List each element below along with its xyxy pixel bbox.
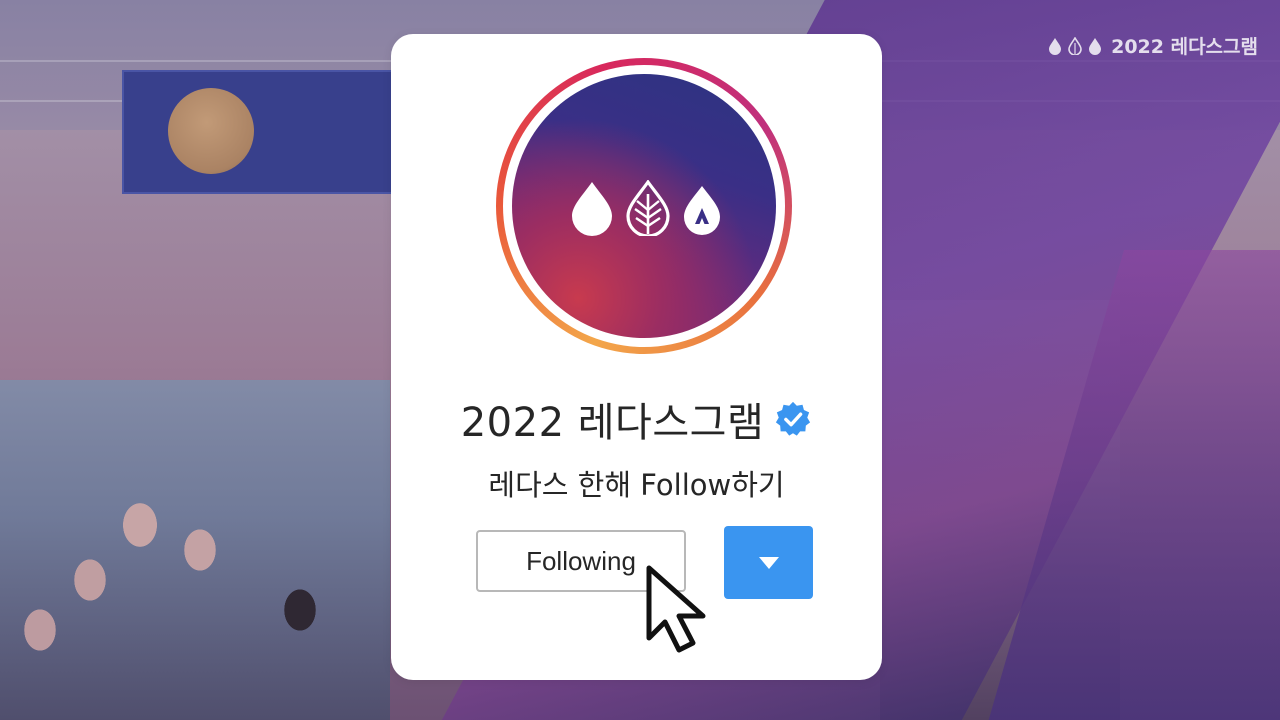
username-row: 2022 레다스그램	[391, 390, 882, 448]
profile-card: 2022 레다스그램 레다스 한해 Follow하기 Following	[391, 34, 882, 680]
avatar-logo	[572, 180, 720, 236]
brand-watermark: 2022 레다스그램	[1047, 32, 1258, 59]
suggestions-dropdown-button[interactable]	[724, 526, 813, 599]
video-frame: 2022 레다스그램 2022 레다스그램 레다스 한해 Follow하기 Fo…	[0, 0, 1280, 720]
background-people	[0, 250, 390, 720]
leaf-drop-icon	[1068, 36, 1082, 55]
mouse-pointer-icon	[646, 565, 706, 653]
profile-avatar[interactable]	[512, 74, 776, 338]
leaf-drop-icon	[626, 180, 670, 236]
story-ring[interactable]	[496, 58, 792, 354]
drop-icon	[572, 182, 612, 236]
brand-watermark-text: 2022 레다스그램	[1111, 36, 1258, 58]
following-button-label: Following	[526, 545, 636, 576]
profile-subtitle: 레다스 한해 Follow하기	[488, 468, 785, 502]
profile-username[interactable]: 2022 레다스그램	[461, 390, 765, 448]
drop-icon	[1049, 37, 1062, 55]
a-drop-icon	[1089, 37, 1102, 55]
background-seal	[168, 88, 254, 174]
caret-down-icon	[758, 556, 779, 569]
a-drop-icon	[684, 186, 720, 235]
verified-badge-icon	[776, 401, 811, 436]
